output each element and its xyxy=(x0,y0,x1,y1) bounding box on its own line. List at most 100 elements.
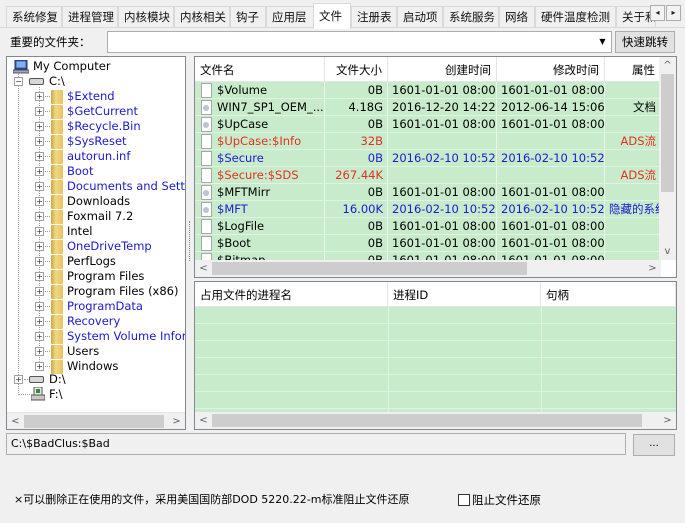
tab-scroll-right-button[interactable]: ▸ xyxy=(666,5,681,21)
scrollbar-thumb[interactable] xyxy=(661,74,674,192)
tree-item-label: autorun.inf xyxy=(67,149,131,163)
folder-icon xyxy=(51,270,63,284)
expand-icon[interactable]: + xyxy=(35,302,44,311)
file-row[interactable]: $UpCase 0B 1601-01-01 08:00 1601-01-01 08:0… xyxy=(195,116,661,133)
file-row[interactable]: $Secure 0B 2016-02-10 10:52 2016-02-10 10:5… xyxy=(195,150,661,167)
cell-modified xyxy=(497,167,605,183)
expand-icon[interactable]: + xyxy=(35,197,44,206)
tree-item-label: Intel xyxy=(67,224,93,238)
file-row[interactable]: $Boot 0B 1601-01-01 08:00 1601-01-01 08:00 xyxy=(195,235,661,252)
cell-created: 2016-02-10 10:52 xyxy=(388,150,497,166)
expand-icon[interactable]: + xyxy=(35,107,44,116)
folder-tree[interactable]: My Computer − C:\ + $Extend + $GetCurrent + $… xyxy=(6,56,186,430)
cell-attr xyxy=(605,184,661,200)
expand-icon[interactable]: + xyxy=(35,122,44,131)
tab-system-repair[interactable]: 系统修复 xyxy=(6,6,62,27)
column-header-file-size[interactable]: 文件大小 xyxy=(325,57,388,82)
expand-icon[interactable]: + xyxy=(35,272,44,281)
file-row[interactable]: $Secure:$SDS 267.44K ADS流 xyxy=(195,167,661,184)
quick-jump-button[interactable]: 快速跳转 xyxy=(615,31,675,53)
column-header-process-name[interactable]: 占用文件的进程名 xyxy=(195,282,388,307)
scrollbar-thumb[interactable] xyxy=(24,415,164,428)
scroll-left-icon[interactable]: < xyxy=(7,413,24,429)
file-list[interactable]: 文件名 文件大小 创建时间 修改时间 属性 $Volume 0B 1601-01-0… xyxy=(194,56,677,278)
folder-icon xyxy=(51,120,63,134)
tab-network[interactable]: 网络 xyxy=(499,6,535,27)
scroll-left-icon[interactable]: < xyxy=(195,260,212,277)
collapse-icon[interactable]: − xyxy=(14,77,23,86)
column-header-file-name[interactable]: 文件名 xyxy=(195,57,325,82)
expand-icon[interactable]: + xyxy=(35,332,44,341)
expand-icon[interactable]: + xyxy=(35,362,44,371)
column-header-attributes[interactable]: 属性 xyxy=(605,57,661,82)
tab-hardware-temperature[interactable]: 硬件温度检测 xyxy=(535,6,616,27)
file-row[interactable]: $UpCase:$Info 32B ADS流 xyxy=(195,133,661,150)
tab-kernel-modules[interactable]: 内核模块 xyxy=(118,6,174,27)
tab-scroll-left-button[interactable]: ◂ xyxy=(650,5,665,21)
process-list-horizontal-scrollbar[interactable]: < > xyxy=(195,412,676,429)
column-header-created-time[interactable]: 创建时间 xyxy=(388,57,497,82)
cell-attr xyxy=(605,150,661,166)
scroll-right-icon[interactable]: > xyxy=(644,260,661,277)
scroll-up-icon[interactable]: ^ xyxy=(659,57,676,74)
expand-icon[interactable]: + xyxy=(35,212,44,221)
tree-item-label: Windows xyxy=(67,359,119,373)
expand-icon[interactable]: + xyxy=(35,317,44,326)
expand-icon[interactable]: + xyxy=(35,242,44,251)
scrollbar-thumb[interactable] xyxy=(212,414,642,427)
scroll-down-icon[interactable]: v xyxy=(659,243,676,260)
expand-icon[interactable]: + xyxy=(35,152,44,161)
expand-icon[interactable]: + xyxy=(35,182,44,191)
expand-icon[interactable]: + xyxy=(35,257,44,266)
folder-icon xyxy=(51,285,63,299)
scroll-left-icon[interactable]: < xyxy=(195,412,212,429)
column-header-process-id[interactable]: 进程ID xyxy=(388,282,541,307)
scrollbar-thumb[interactable] xyxy=(212,262,527,275)
tab-registry[interactable]: 注册表 xyxy=(351,6,397,27)
system-file-icon xyxy=(201,202,212,217)
tab-hooks[interactable]: 钩子 xyxy=(230,6,266,27)
expand-icon[interactable]: + xyxy=(14,375,23,384)
cell-modified: 2016-02-10 10:52 xyxy=(497,150,605,166)
file-list-horizontal-scrollbar[interactable]: < > xyxy=(195,260,661,277)
expand-icon[interactable]: + xyxy=(35,347,44,356)
tab-process-management[interactable]: 进程管理 xyxy=(62,6,118,27)
file-list-vertical-scrollbar[interactable]: ^ v xyxy=(659,57,676,260)
tab-kernel-related[interactable]: 内核相关 xyxy=(174,6,230,27)
process-list[interactable]: 占用文件的进程名 进程ID 句柄 < > xyxy=(194,281,677,430)
cell-attr: ADS流 xyxy=(605,133,661,149)
cell-name: $MFT xyxy=(195,201,325,217)
folder-icon xyxy=(51,330,63,344)
checkbox-box[interactable] xyxy=(458,494,470,506)
file-row[interactable]: WIN7_SP1_OEM_... 4.18G 2016-12-20 14:22 201… xyxy=(195,99,661,116)
important-folder-dropdown[interactable]: ▼ xyxy=(107,31,612,53)
expand-icon[interactable]: + xyxy=(35,227,44,236)
file-row[interactable]: $MFTMirr 0B 1601-01-01 08:00 1601-01-01 08:… xyxy=(195,184,661,201)
chevron-down-icon[interactable]: ▼ xyxy=(594,32,611,52)
expand-icon[interactable]: + xyxy=(35,287,44,296)
tree-item-label: Program Files xyxy=(67,269,145,283)
cell-name: $LogFile xyxy=(195,218,325,234)
file-row[interactable]: $Volume 0B 1601-01-01 08:00 1601-01-01 08:0… xyxy=(195,82,661,99)
tab-startup[interactable]: 启动项 xyxy=(397,6,443,27)
file-path-field[interactable]: C:\$BadClus:$Bad xyxy=(6,433,626,455)
cell-created: 2016-12-20 14:22 xyxy=(388,99,497,115)
file-row[interactable]: $MFT 16.00K 2016-02-10 10:52 2016-02-10 10:… xyxy=(195,201,661,218)
folder-icon xyxy=(51,135,63,149)
tab-file[interactable]: 文件 xyxy=(313,3,351,29)
browse-button[interactable]: ... xyxy=(633,434,675,456)
expand-icon[interactable]: + xyxy=(35,137,44,146)
cell-created: 2016-02-10 10:52 xyxy=(388,201,497,217)
column-header-modified-time[interactable]: 修改时间 xyxy=(497,57,605,82)
expand-icon[interactable]: + xyxy=(35,167,44,176)
file-row[interactable]: $LogFile 0B 1601-01-01 08:00 1601-01-01 08:… xyxy=(195,218,661,235)
expand-icon[interactable]: + xyxy=(35,92,44,101)
tab-application-layer[interactable]: 应用层 xyxy=(266,6,314,27)
folder-icon xyxy=(51,90,63,104)
panel-splitter[interactable] xyxy=(188,56,192,430)
scroll-right-icon[interactable]: > xyxy=(659,412,676,429)
column-header-handle[interactable]: 句柄 xyxy=(541,282,676,307)
tab-system-services[interactable]: 系统服务 xyxy=(443,6,499,27)
tree-horizontal-scrollbar[interactable]: < > xyxy=(7,412,185,429)
scroll-right-icon[interactable]: > xyxy=(168,413,185,429)
